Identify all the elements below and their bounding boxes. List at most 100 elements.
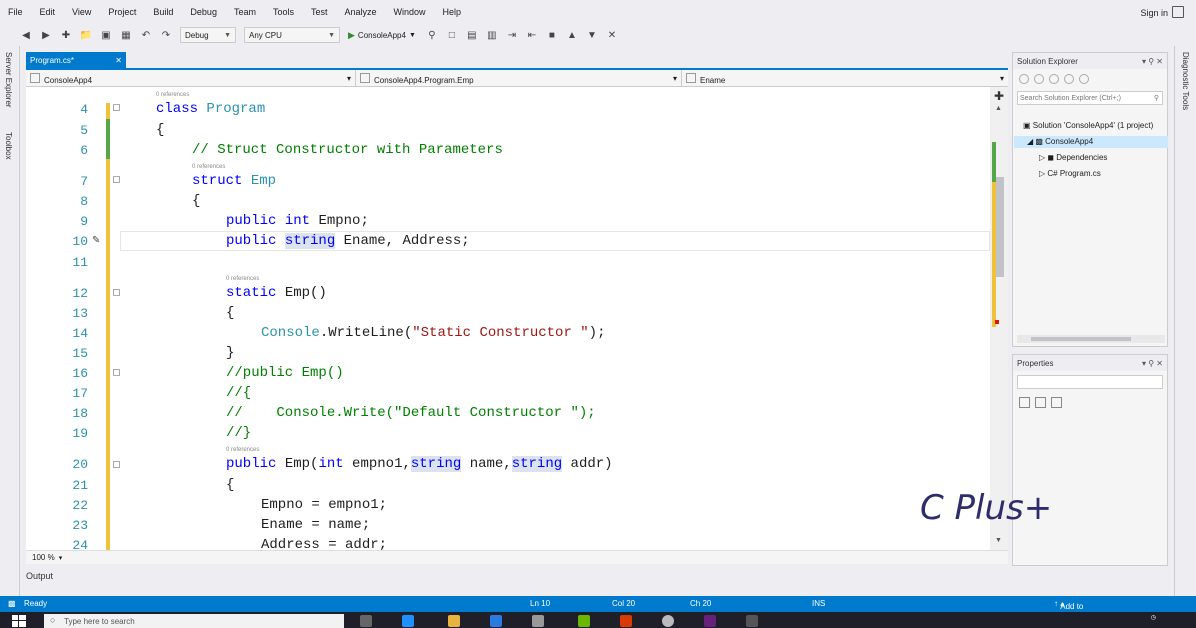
next-bookmark-icon[interactable]: ▼ xyxy=(586,29,598,41)
status-char: Ch 20 xyxy=(690,599,712,608)
visual-studio-icon[interactable] xyxy=(704,615,716,627)
outline-collapse-toggle[interactable] xyxy=(113,461,120,468)
new-project-icon[interactable]: ✚ xyxy=(60,29,72,41)
outdent-icon[interactable]: ⇤ xyxy=(526,29,538,41)
menu-test[interactable]: Test xyxy=(311,7,328,17)
scroll-thumb[interactable] xyxy=(996,177,1004,277)
sign-in-link[interactable]: Sign in xyxy=(1140,8,1168,18)
solution-configuration-combo[interactable]: Debug ▼ xyxy=(180,27,236,43)
prev-bookmark-icon[interactable]: ▲ xyxy=(566,29,578,41)
menu-project[interactable]: Project xyxy=(108,7,136,17)
pin-icon[interactable]: ⚲ xyxy=(1148,359,1154,368)
editor-vertical-scrollbar[interactable]: ✚ ▲ ▼ xyxy=(990,87,1008,550)
tree-item-program-cs[interactable]: ▷ C# Program.cs xyxy=(1039,169,1101,178)
outline-collapse-toggle[interactable] xyxy=(113,289,120,296)
menu-analyze[interactable]: Analyze xyxy=(345,7,377,17)
property-pages-icon[interactable] xyxy=(1051,396,1062,408)
solution-horizontal-scrollbar[interactable] xyxy=(1017,335,1165,343)
app-icon[interactable] xyxy=(746,615,758,627)
home-icon[interactable] xyxy=(1049,74,1059,84)
codelens-references[interactable]: 0 references xyxy=(226,447,259,453)
categorized-icon[interactable] xyxy=(1019,396,1030,408)
toolbox-tab[interactable]: Toolbox xyxy=(4,132,13,160)
sync-icon[interactable] xyxy=(1064,74,1074,84)
zoom-level-combo[interactable]: 100 % xyxy=(32,553,55,562)
outline-collapse-toggle[interactable] xyxy=(113,176,120,183)
menu-file[interactable]: File xyxy=(8,7,23,17)
menu-view[interactable]: View xyxy=(72,7,91,17)
taskbar-search-box[interactable]: ○ Type here to search xyxy=(44,614,344,628)
account-icon[interactable] xyxy=(1172,6,1184,18)
forward-icon[interactable] xyxy=(1034,74,1044,84)
codelens-references[interactable]: 0 references xyxy=(156,92,189,98)
edge-icon[interactable] xyxy=(402,615,414,627)
menu-tools[interactable]: Tools xyxy=(273,7,294,17)
output-tab[interactable]: Output xyxy=(26,571,53,581)
start-button[interactable]: ▶ ConsoleApp4 ▼ xyxy=(348,30,416,41)
add-to-source-control-button[interactable]: ↑ Add to Source Control ▴ xyxy=(1054,599,1086,628)
menu-debug[interactable]: Debug xyxy=(190,7,217,17)
redo-icon[interactable]: ↷ xyxy=(160,29,172,41)
diagnostic-tools-tab[interactable]: Diagnostic Tools xyxy=(1181,52,1190,110)
chevron-down-icon[interactable]: ▾ xyxy=(59,554,63,562)
codelens-references[interactable]: 0 references xyxy=(226,276,259,282)
tree-item-solution[interactable]: ▣ Solution 'ConsoleApp4' (1 project) xyxy=(1023,121,1153,130)
toggle-bookmark-icon[interactable]: ■ xyxy=(546,29,558,41)
find-icon[interactable]: ⚲ xyxy=(426,29,438,41)
task-view-icon[interactable] xyxy=(360,615,372,627)
app-icon[interactable] xyxy=(578,615,590,627)
menu-team[interactable]: Team xyxy=(234,7,256,17)
save-icon[interactable]: ▣ xyxy=(100,29,112,41)
scroll-down-arrow-icon[interactable]: ▼ xyxy=(995,537,1002,544)
windows-start-icon[interactable] xyxy=(12,615,26,627)
scroll-up-arrow-icon[interactable]: ▲ xyxy=(995,105,1002,112)
properties-object-combo[interactable] xyxy=(1017,375,1163,389)
menu-help[interactable]: Help xyxy=(443,7,462,17)
close-icon[interactable]: ✕ xyxy=(1156,359,1163,368)
server-explorer-tab[interactable]: Server Explorer xyxy=(4,52,13,108)
menu-build[interactable]: Build xyxy=(153,7,173,17)
open-file-icon[interactable]: 📁 xyxy=(80,29,92,41)
close-icon[interactable]: ✕ xyxy=(115,56,122,65)
document-tab-program[interactable]: Program.cs* ✕ xyxy=(26,52,126,68)
comment: //{ xyxy=(226,385,252,401)
taskbar-clock[interactable]: ◷ xyxy=(1151,614,1156,621)
outline-collapse-toggle[interactable] xyxy=(113,104,120,111)
codelens-references[interactable]: 0 references xyxy=(192,164,225,170)
tree-item-dependencies[interactable]: ▷ ◼ Dependencies xyxy=(1039,153,1107,162)
menu-edit[interactable]: Edit xyxy=(40,7,56,17)
type-dropdown[interactable]: ConsoleApp4.Program.Emp ▾ xyxy=(356,70,682,87)
app-icon[interactable] xyxy=(532,615,544,627)
project-dropdown[interactable]: ConsoleApp4 ▾ xyxy=(26,70,356,87)
store-icon[interactable] xyxy=(490,615,502,627)
member-dropdown[interactable]: Ename ▾ xyxy=(682,70,1008,87)
navigate-back-icon[interactable]: ◀ xyxy=(20,29,32,41)
pin-icon[interactable]: ⚲ xyxy=(1148,57,1154,66)
split-window-icon[interactable]: ✚ xyxy=(994,89,1004,103)
comment-icon[interactable]: ▤ xyxy=(466,29,478,41)
solution-platform-combo[interactable]: Any CPU ▼ xyxy=(244,27,340,43)
app-icon[interactable] xyxy=(620,615,632,627)
close-icon[interactable]: ✕ xyxy=(1156,57,1163,66)
show-all-files-icon[interactable] xyxy=(1079,74,1089,84)
chevron-down-icon[interactable]: ▾ xyxy=(1142,57,1146,66)
solution-explorer-search[interactable]: Search Solution Explorer (Ctrl+;) ⚲ xyxy=(1017,91,1163,105)
menu-window[interactable]: Window xyxy=(394,7,426,17)
indent-icon[interactable]: ⇥ xyxy=(506,29,518,41)
save-all-icon[interactable]: ▦ xyxy=(120,29,132,41)
search-icon[interactable]: ⚲ xyxy=(1154,94,1159,102)
undo-icon[interactable]: ↶ xyxy=(140,29,152,41)
bookmark-icon[interactable]: □ xyxy=(446,29,458,41)
tree-item-project[interactable]: ◢ ▩ ConsoleApp4 xyxy=(1027,137,1093,146)
uncomment-icon[interactable]: ▥ xyxy=(486,29,498,41)
chrome-icon[interactable] xyxy=(662,615,674,627)
clear-bookmarks-icon[interactable]: ✕ xyxy=(606,29,618,41)
navigate-forward-icon[interactable]: ▶ xyxy=(40,29,52,41)
back-icon[interactable] xyxy=(1019,74,1029,84)
alphabetical-icon[interactable] xyxy=(1035,396,1046,408)
chevron-down-icon[interactable]: ▾ xyxy=(1142,359,1146,368)
scroll-thumb[interactable] xyxy=(1031,337,1131,341)
code-editor[interactable]: 4 5 6 7 8 9 10 11 12 13 14 15 16 17 18 1… xyxy=(26,87,990,550)
file-explorer-icon[interactable] xyxy=(448,615,460,627)
outline-collapse-toggle[interactable] xyxy=(113,369,120,376)
